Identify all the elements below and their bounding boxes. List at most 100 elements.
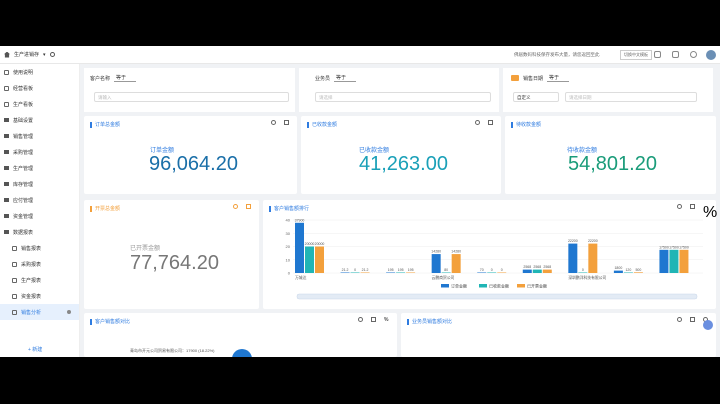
refresh-icon[interactable] xyxy=(271,120,276,125)
date-mode-select[interactable]: 自定义 xyxy=(513,92,559,102)
sidebar-item-label: 生产报表 xyxy=(21,277,42,284)
sidebar-item-label: 生产管理 xyxy=(13,165,34,172)
data-label: 500 xyxy=(635,268,641,272)
x-tick-label: 云鹏商贸公司 xyxy=(432,275,455,280)
chart-bar xyxy=(522,269,532,273)
data-label: 14280 xyxy=(451,250,461,254)
customer-input[interactable]: 请输入 xyxy=(94,92,289,102)
chart-bar xyxy=(679,249,689,273)
app-title[interactable]: 生产进销存 xyxy=(14,51,39,58)
sidebar-item[interactable]: 销售分析 xyxy=(0,304,79,320)
filter-label: 业务员 xyxy=(315,75,331,82)
metric-value: 41,263.00 xyxy=(359,153,448,175)
expand-icon[interactable] xyxy=(690,317,695,322)
bell-icon[interactable] xyxy=(672,51,679,58)
card-title: 待收款金额 xyxy=(516,122,542,128)
help-icon[interactable] xyxy=(654,51,661,58)
data-label: 17500 xyxy=(669,245,679,249)
sidebar-item[interactable]: 经营看板 xyxy=(0,80,79,96)
more-icon[interactable] xyxy=(67,310,71,314)
new-button[interactable]: + 新建 xyxy=(28,346,42,353)
help-float-button[interactable] xyxy=(703,320,713,330)
sidebar-item[interactable]: 销售管理 xyxy=(0,128,79,144)
chart-bar xyxy=(406,272,416,273)
avatar[interactable] xyxy=(706,50,716,60)
filter-label: 销售日期 xyxy=(523,75,544,82)
legend-swatch xyxy=(441,284,449,288)
salesman-compare-card: 业务员销售额对比 xyxy=(401,313,716,357)
sidebar-item-label: 基础设置 xyxy=(13,117,34,124)
chart-bar xyxy=(613,270,623,273)
data-label: 195 xyxy=(388,268,394,272)
sidebar-item[interactable]: 销售报表 xyxy=(0,240,79,256)
sidebar-item[interactable]: 生产报表 xyxy=(0,272,79,288)
expand-icon[interactable] xyxy=(371,317,376,322)
pie-slice xyxy=(232,349,252,357)
card-title: 业务员销售额对比 xyxy=(412,319,453,325)
sidebar-item-label: 生产看板 xyxy=(13,101,34,108)
page-icon xyxy=(12,309,17,315)
operator-select[interactable]: 等于 xyxy=(547,74,570,82)
expand-icon[interactable] xyxy=(284,120,289,125)
sidebar-item[interactable]: 基础设置 xyxy=(0,112,79,128)
sidebar-item[interactable]: 生产看板 xyxy=(0,96,79,112)
sidebar-item[interactable]: 资金管理 xyxy=(0,208,79,224)
sidebar-item[interactable]: 生产管理 xyxy=(0,160,79,176)
data-label: 2568 xyxy=(523,265,531,269)
sidebar-item[interactable]: 使用说明 xyxy=(0,64,79,80)
folder-icon xyxy=(4,214,9,218)
folder-icon xyxy=(4,118,9,122)
sidebar-item-label: 采购报表 xyxy=(21,261,42,268)
template-switch-button[interactable]: 切换中文模板 xyxy=(620,50,652,60)
chart-bar xyxy=(542,269,552,273)
top-bar: 生产进销存 ▾ 佛居数码科技保存发布大量，请您返回至此 切换中文模板 xyxy=(0,46,720,64)
chevron-down-icon[interactable]: ▾ xyxy=(43,52,46,58)
sales-ranking-chart: 0 10 20 30 40 37900 20000 20000 21.2 0 21.2 195 195 1… xyxy=(286,218,703,300)
chart-bar xyxy=(669,249,679,273)
sidebar-item[interactable]: 采购管理 xyxy=(0,144,79,160)
home-icon[interactable] xyxy=(4,51,10,58)
refresh-icon[interactable] xyxy=(358,317,363,322)
card-title: 客户销售额对比 xyxy=(95,319,131,325)
settings-icon[interactable] xyxy=(690,51,697,58)
operator-select[interactable]: 等于 xyxy=(114,74,137,82)
legend-label: 订单金额 xyxy=(451,283,467,289)
refresh-icon[interactable] xyxy=(677,317,682,322)
date-picker[interactable]: 请选择日期 xyxy=(565,92,697,102)
tools-icon[interactable]: % xyxy=(384,317,389,323)
app-screen: 生产进销存 ▾ 佛居数码科技保存发布大量，请您返回至此 切换中文模板 使用说明经… xyxy=(0,46,720,357)
refresh-icon[interactable] xyxy=(475,120,480,125)
data-label: 17500 xyxy=(659,245,669,249)
page-icon xyxy=(12,245,17,251)
sidebar-item[interactable]: 库存管理 xyxy=(0,176,79,192)
sidebar-item-label: 应付管理 xyxy=(13,197,34,204)
sidebar-item[interactable]: 资金报表 xyxy=(0,288,79,304)
chart-bar xyxy=(431,254,441,273)
data-label: 22200 xyxy=(588,239,598,243)
sidebar-item[interactable]: 采购报表 xyxy=(0,256,79,272)
sidebar-item-label: 资金报表 xyxy=(21,293,42,300)
sidebar-item[interactable]: 应付管理 xyxy=(0,192,79,208)
data-label: 0 xyxy=(491,268,493,272)
filter-date: 销售日期 等于 自定义 请选择日期 xyxy=(503,68,713,112)
chart-bar xyxy=(532,269,542,273)
sidebar-item[interactable]: 数据报表 xyxy=(0,224,79,240)
data-label: 70 xyxy=(480,268,484,272)
expand-icon[interactable] xyxy=(488,120,493,125)
operator-select[interactable]: 等于 xyxy=(334,74,357,82)
data-label: 20000 xyxy=(315,242,325,246)
customer-compare-card: 客户销售额对比 % 青岛市开元公司贸易有限公司：17900 (18.22%) xyxy=(84,313,397,357)
app-brand[interactable]: 生产进销存 ▾ xyxy=(4,51,55,58)
chart-bar xyxy=(578,272,588,273)
sidebar-item-label: 资金管理 xyxy=(13,213,34,220)
folder-icon xyxy=(4,230,9,234)
sidebar: 使用说明 经营看板生产看板基础设置销售管理 采购管理生产管理库存管理应付管理资金管理… xyxy=(0,64,80,357)
salesman-select[interactable]: 请选择 xyxy=(315,92,491,102)
notice-text: 佛居数码科技保存发布大量，请您返回至此 xyxy=(514,52,600,57)
metric-value: 96,064.20 xyxy=(149,153,238,175)
data-label: 14280 xyxy=(431,250,441,254)
refresh-icon[interactable] xyxy=(233,204,238,209)
expand-icon[interactable] xyxy=(246,204,251,209)
page-icon xyxy=(4,101,9,107)
gear-icon[interactable] xyxy=(49,52,55,57)
